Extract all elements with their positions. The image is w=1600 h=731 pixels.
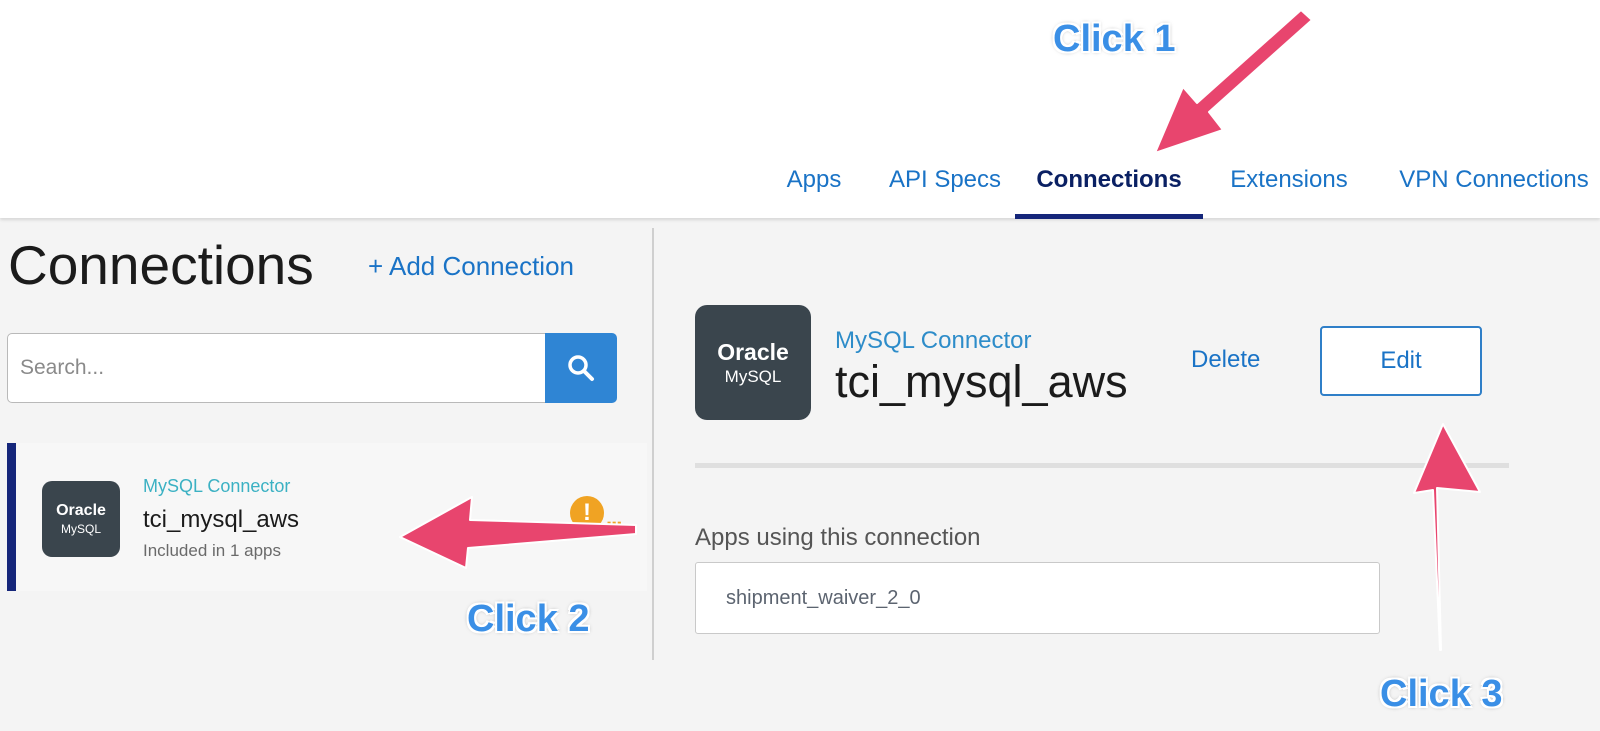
- connection-type: MySQL Connector: [143, 476, 291, 496]
- active-tab-indicator: [1015, 214, 1203, 219]
- top-navigation-bar: Apps API Specs Connections Extensions VP…: [0, 0, 1600, 219]
- tab-api-specs[interactable]: API Specs: [878, 163, 1012, 219]
- connections-list-panel: Connections + Add Connection Oracle MySQ…: [0, 218, 652, 731]
- app-list-item[interactable]: shipment_waiver_2_0: [726, 587, 921, 610]
- search-icon: [568, 355, 594, 381]
- connection-list-item[interactable]: Oracle MySQL MySQL Connector tci_mysql_a…: [7, 443, 647, 591]
- detail-connection-name: tci_mysql_aws: [835, 356, 1128, 407]
- arrow-click-3: [1413, 423, 1481, 651]
- logo-text-mysql: MySQL: [724, 366, 782, 386]
- edit-button[interactable]: Edit: [1320, 326, 1482, 396]
- tab-apps[interactable]: Apps: [770, 163, 858, 219]
- detail-connection-type: MySQL Connector: [835, 327, 1032, 354]
- tab-connections[interactable]: Connections: [1015, 163, 1203, 219]
- tab-vpn-connections[interactable]: VPN Connections: [1394, 163, 1594, 219]
- oracle-mysql-logo-large: Oracle MySQL: [695, 305, 811, 420]
- logo-text-oracle: Oracle: [717, 338, 789, 365]
- annotation-click-3: Click 3: [1380, 673, 1503, 715]
- apps-using-connection-label: Apps using this connection: [695, 524, 981, 551]
- page-title: Connections: [8, 234, 314, 296]
- search-input[interactable]: [8, 334, 546, 402]
- apps-list-box: shipment_waiver_2_0: [695, 562, 1380, 634]
- search-box: [7, 333, 547, 403]
- warning-icon: !: [570, 496, 604, 530]
- logo-text-mysql: MySQL: [60, 522, 101, 536]
- tab-connections-label: Connections: [1036, 166, 1182, 193]
- panel-divider: [652, 228, 654, 660]
- search-button[interactable]: [545, 333, 617, 403]
- delete-button[interactable]: Delete: [1191, 346, 1260, 374]
- logo-text-oracle: Oracle: [56, 502, 106, 519]
- tab-extensions[interactable]: Extensions: [1222, 163, 1356, 219]
- more-options-icon[interactable]: ...: [606, 505, 622, 531]
- selected-item-indicator: [7, 443, 16, 591]
- detail-separator: [695, 463, 1509, 468]
- connection-name: tci_mysql_aws: [143, 506, 300, 533]
- annotation-click-2: Click 2: [467, 598, 590, 640]
- oracle-mysql-logo: Oracle MySQL: [42, 481, 120, 557]
- connection-usage-count: Included in 1 apps: [143, 541, 281, 560]
- add-connection-link[interactable]: + Add Connection: [368, 251, 574, 282]
- annotation-click-1: Click 1: [1053, 18, 1176, 60]
